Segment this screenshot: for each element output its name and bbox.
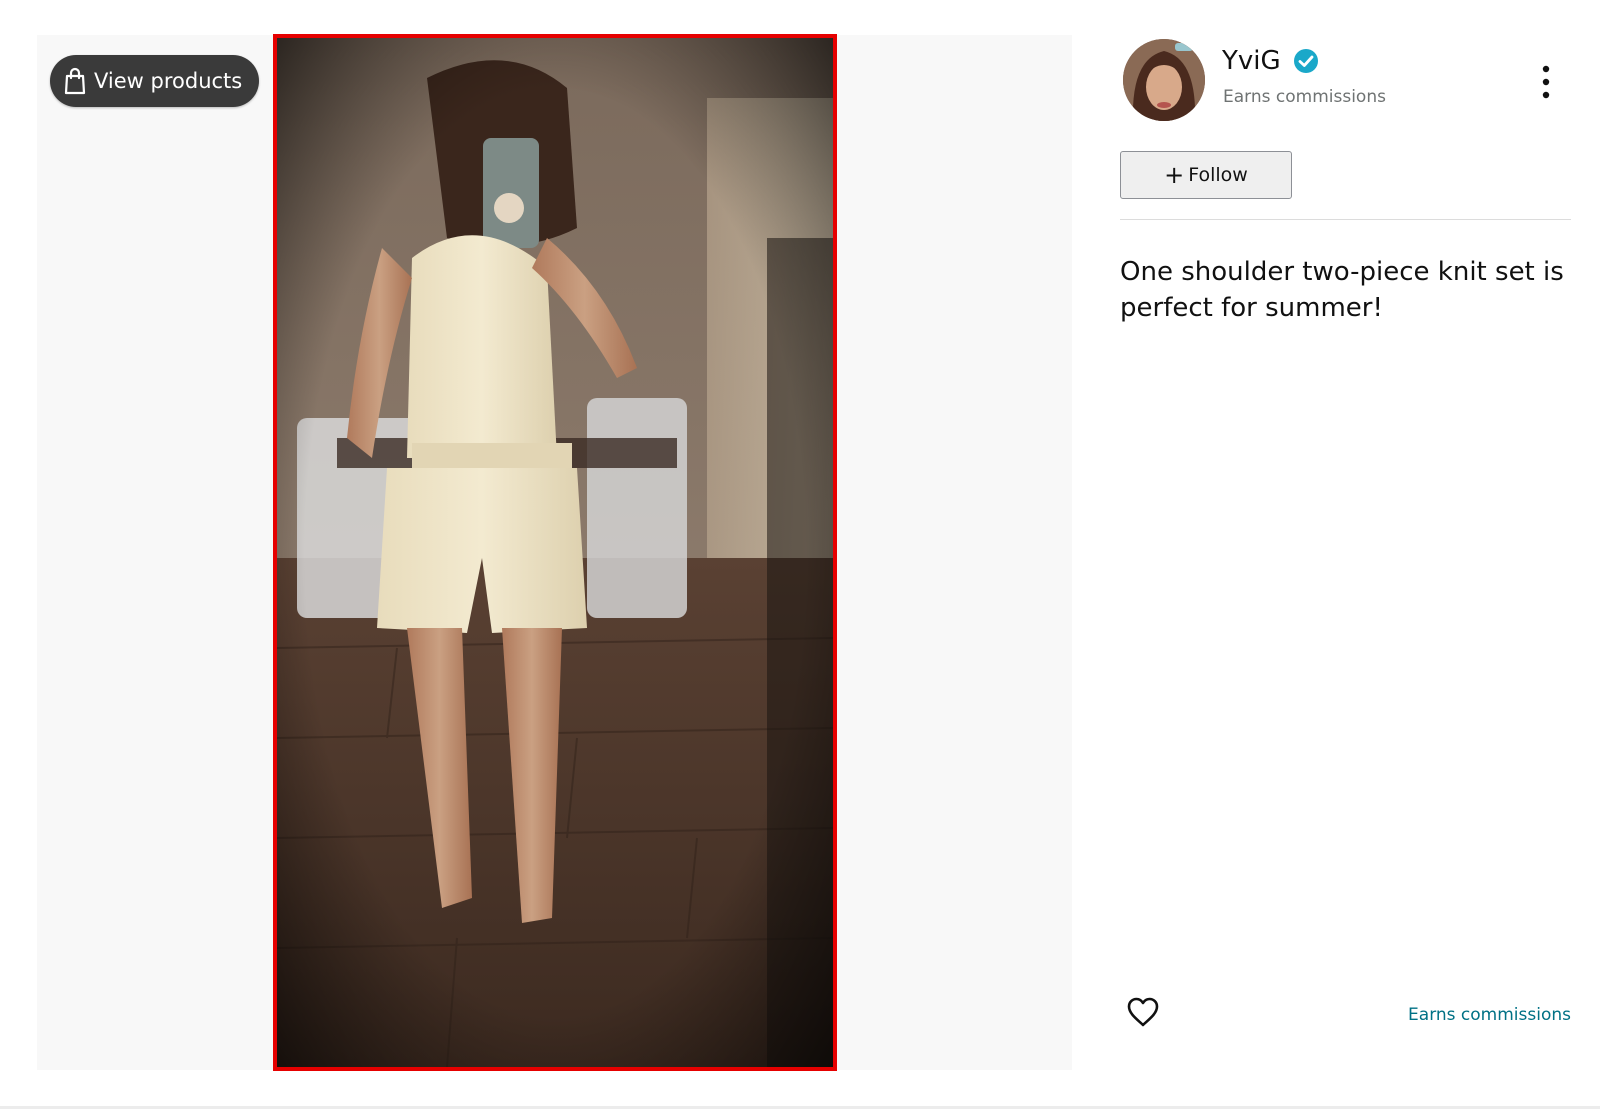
post-caption: One shoulder two-piece knit set is perfe…: [1120, 257, 1564, 323]
page: View products YviG Earns commissions + F…: [0, 0, 1600, 1109]
avatar[interactable]: [1123, 39, 1205, 121]
more-vertical-icon[interactable]: [1539, 64, 1553, 100]
view-products-label: View products: [94, 69, 243, 93]
verified-check-icon: [1293, 49, 1318, 73]
plus-icon: +: [1164, 161, 1185, 189]
author-name[interactable]: YviG: [1222, 46, 1281, 76]
follow-label: Follow: [1188, 164, 1248, 186]
view-products-button[interactable]: View products: [50, 55, 260, 107]
post-sidebar: YviG Earns commissions + Follow One shou…: [1117, 0, 1571, 1109]
post-photo[interactable]: [273, 34, 837, 1071]
selfie-image: [277, 38, 833, 1067]
earns-commissions-link[interactable]: Earns commissions: [1408, 1005, 1571, 1025]
author-name-row: YviG: [1222, 46, 1319, 76]
divider: [1120, 219, 1571, 220]
follow-button[interactable]: + Follow: [1120, 151, 1292, 199]
author-earns-commissions: Earns commissions: [1223, 87, 1386, 107]
avatar-image: [1123, 39, 1205, 121]
shopping-bag-icon: [64, 67, 86, 95]
heart-icon[interactable]: [1126, 996, 1160, 1028]
media-panel: View products: [37, 34, 1072, 1071]
